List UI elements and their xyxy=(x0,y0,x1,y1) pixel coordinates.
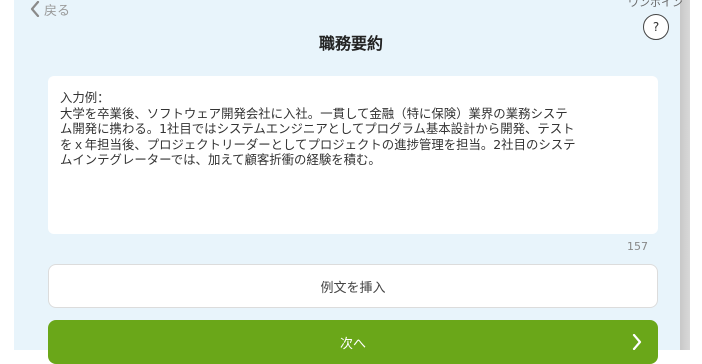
chevron-right-icon xyxy=(632,333,642,354)
back-button[interactable]: 戻る xyxy=(30,0,71,19)
chevron-left-icon xyxy=(30,1,40,17)
onepoint-label[interactable]: ワンポイン xyxy=(628,0,683,10)
next-button[interactable]: 次へ xyxy=(48,320,658,364)
textarea-line: をｘ年担当後、プロジェクトリーダーとしてプロジェクトの進捗管理を担当。2社目のシ… xyxy=(60,136,576,152)
character-count: 157 xyxy=(627,240,648,253)
page-title: 職務要約 xyxy=(318,34,383,53)
textarea-line: ムインテグレーターでは、加えて顧客折衝の経験を積む。 xyxy=(60,152,381,167)
summary-textarea[interactable]: 入力例： 大学を卒業後、ソフトウェア開発会社に入社。一貫して金融（特に保険）業界… xyxy=(48,76,658,234)
insert-example-button[interactable]: 例文を挿入 xyxy=(48,264,658,308)
insert-example-label: 例文を挿入 xyxy=(320,280,386,296)
textarea-line: 大学を卒業後、ソフトウェア開発会社に入社。一貫して金融（特に保険）業界の業務シス… xyxy=(60,105,568,121)
next-label: 次へ xyxy=(339,336,366,352)
back-label: 戻る xyxy=(44,3,71,19)
textarea-line: 入力例： xyxy=(60,90,110,105)
textarea-line: ム開発に携わる。1社目ではシステムエンジニアとしてプログラム基本設計から開発、テ… xyxy=(60,121,575,136)
